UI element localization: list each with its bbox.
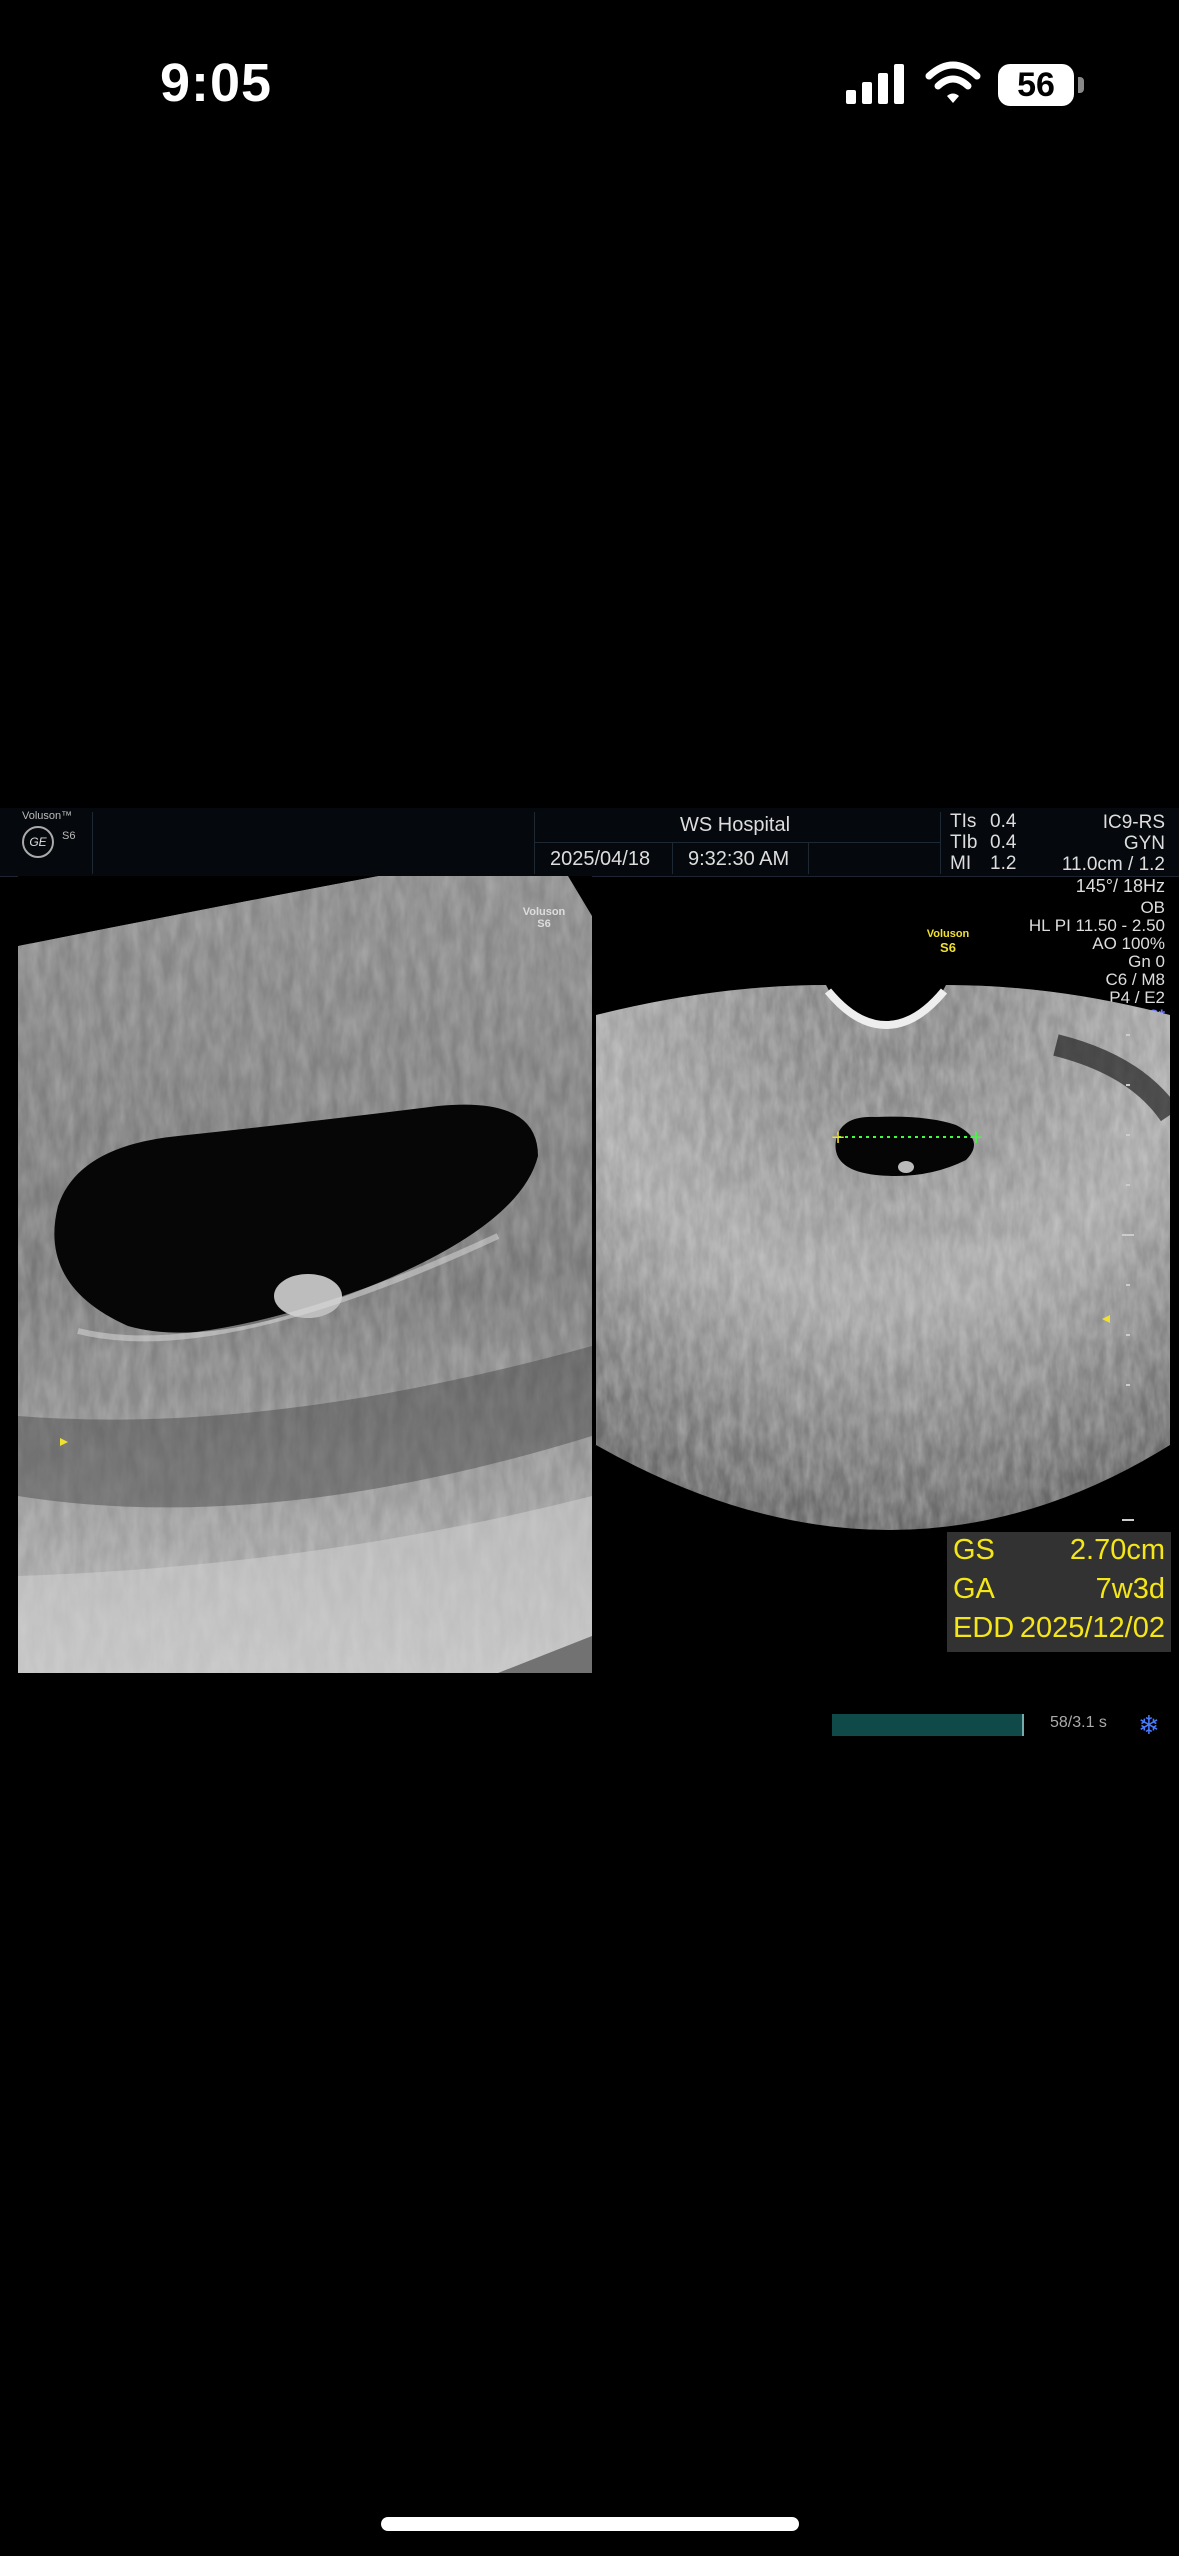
depth-value: 11.0cm / 1.2 <box>1061 854 1165 875</box>
home-indicator[interactable] <box>381 2517 799 2531</box>
measurement-label: GS <box>953 1534 995 1566</box>
voluson-logo-text: Voluson™ <box>22 810 73 822</box>
hospital-name: WS Hospital <box>680 814 791 836</box>
mi-label: MI <box>950 853 972 874</box>
mi-value: 1.2 <box>990 853 1017 874</box>
measurement-row-ga: GA 7w3d <box>953 1573 1165 1606</box>
ge-logo: GE <box>22 826 54 858</box>
header-divider <box>534 812 535 874</box>
probe-name: IC9-RS <box>1102 812 1165 833</box>
output-value: AO 100% <box>1092 934 1165 953</box>
battery-indicator: 56 <box>998 64 1074 106</box>
measurement-row-edd: EDD 2025/12/02 <box>953 1612 1165 1645</box>
measurement-label: EDD <box>953 1612 1015 1644</box>
tis-value: 0.4 <box>990 811 1017 832</box>
harmonic-value: HL PI 11.50 - 2.50 <box>1028 916 1165 935</box>
left-voluson-watermark: Voluson <box>522 906 566 918</box>
status-time: 9:05 <box>160 53 273 113</box>
cine-frame-counter: 58/3.1 s <box>1050 1714 1107 1731</box>
header-divider <box>672 843 673 874</box>
measurement-value: 2025/12/02 <box>1019 1612 1165 1644</box>
measurement-results-box: GS 2.70cm GA 7w3d EDD 2025/12/02 <box>947 1532 1171 1652</box>
angle-value: 145°/ 18Hz <box>1075 876 1165 896</box>
svg-text:+: + <box>968 1127 983 1148</box>
measurement-value: 2.70cm <box>1069 1534 1165 1566</box>
header-divider <box>808 843 809 874</box>
left-model-watermark: S6 <box>537 918 551 930</box>
preset-name: GYN <box>1123 833 1165 854</box>
measurement-label: GA <box>953 1573 995 1605</box>
battery-nub <box>1078 77 1084 93</box>
left-zoomed-scan-image <box>18 876 592 1673</box>
cellular-signal-icon <box>846 62 906 104</box>
measurement-row-gs: GS 2.70cm <box>953 1534 1165 1567</box>
header-divider <box>92 812 93 874</box>
right-sector-scan-image: + + <box>596 985 1170 1530</box>
mode-value: OB <box>1140 898 1165 917</box>
svg-text:+: + <box>830 1127 845 1148</box>
cine-loop-bar[interactable] <box>832 1714 1024 1736</box>
header-divider <box>940 812 941 874</box>
wifi-icon <box>925 61 981 103</box>
model-code: S6 <box>62 830 76 842</box>
tib-label: TIb <box>950 832 978 853</box>
header-divider <box>534 842 940 843</box>
right-voluson-watermark: Voluson <box>926 928 970 940</box>
exam-date: 2025/04/18 <box>550 848 651 870</box>
snowflake-icon[interactable]: ❄ <box>1138 1710 1160 1741</box>
right-model-watermark: S6 <box>940 940 956 955</box>
tib-value: 0.4 <box>990 832 1017 853</box>
exam-time: 9:32:30 AM <box>688 848 790 870</box>
measurement-value: 7w3d <box>1095 1573 1165 1605</box>
